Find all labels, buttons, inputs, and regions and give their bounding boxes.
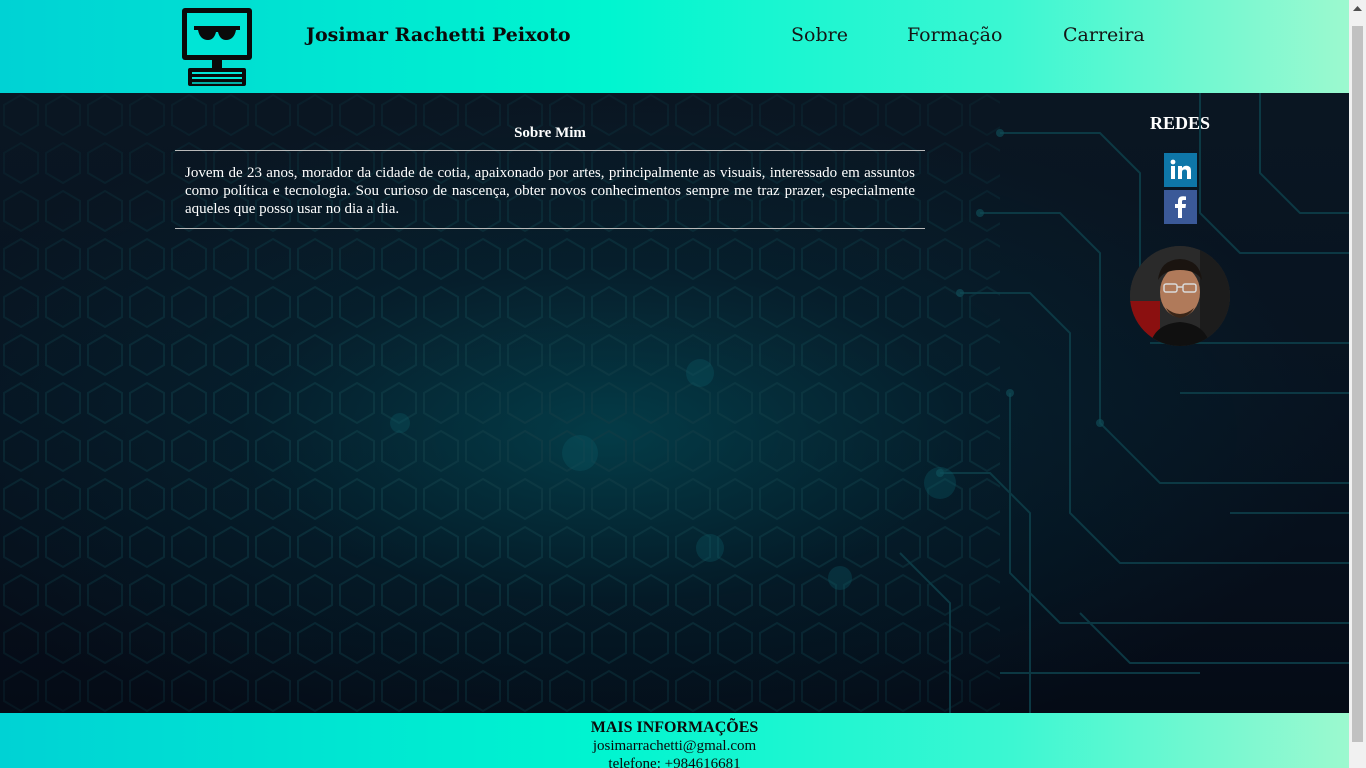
site-title: Josimar Rachetti Peixoto [306,24,571,46]
profile-photo [1130,246,1230,346]
about-section: Sobre Mim Jovem de 23 anos, morador da c… [175,121,925,229]
about-text: Jovem de 23 anos, morador da cidade de c… [175,151,925,229]
avatar [1130,246,1230,346]
footer-phone: telefone: +984616681 [608,756,741,768]
footer-email[interactable]: josimarrachetti@gmal.com [0,737,1349,755]
nav-sobre[interactable]: Sobre [791,24,848,46]
about-title: Sobre Mim [175,121,925,151]
site-header: Josimar Rachetti Peixoto Sobre Formação … [0,0,1349,93]
computer-sunglasses-icon[interactable] [180,6,254,88]
scrollbar-thumb[interactable] [1352,26,1363,742]
nav-formacao[interactable]: Formação [907,24,1002,46]
main-content: Sobre Mim Jovem de 23 anos, morador da c… [0,93,1349,713]
linkedin-icon[interactable] [1164,153,1197,187]
nav-carreira[interactable]: Carreira [1063,24,1145,46]
scroll-up-arrow-icon[interactable] [1349,0,1366,17]
social-title: REDES [1149,113,1211,133]
vertical-scrollbar[interactable] [1349,0,1366,768]
footer-title: MAIS INFORMAÇÕES [590,719,759,736]
site-footer: MAIS INFORMAÇÕES josimarrachetti@gmal.co… [0,713,1349,768]
facebook-icon[interactable] [1164,190,1197,224]
